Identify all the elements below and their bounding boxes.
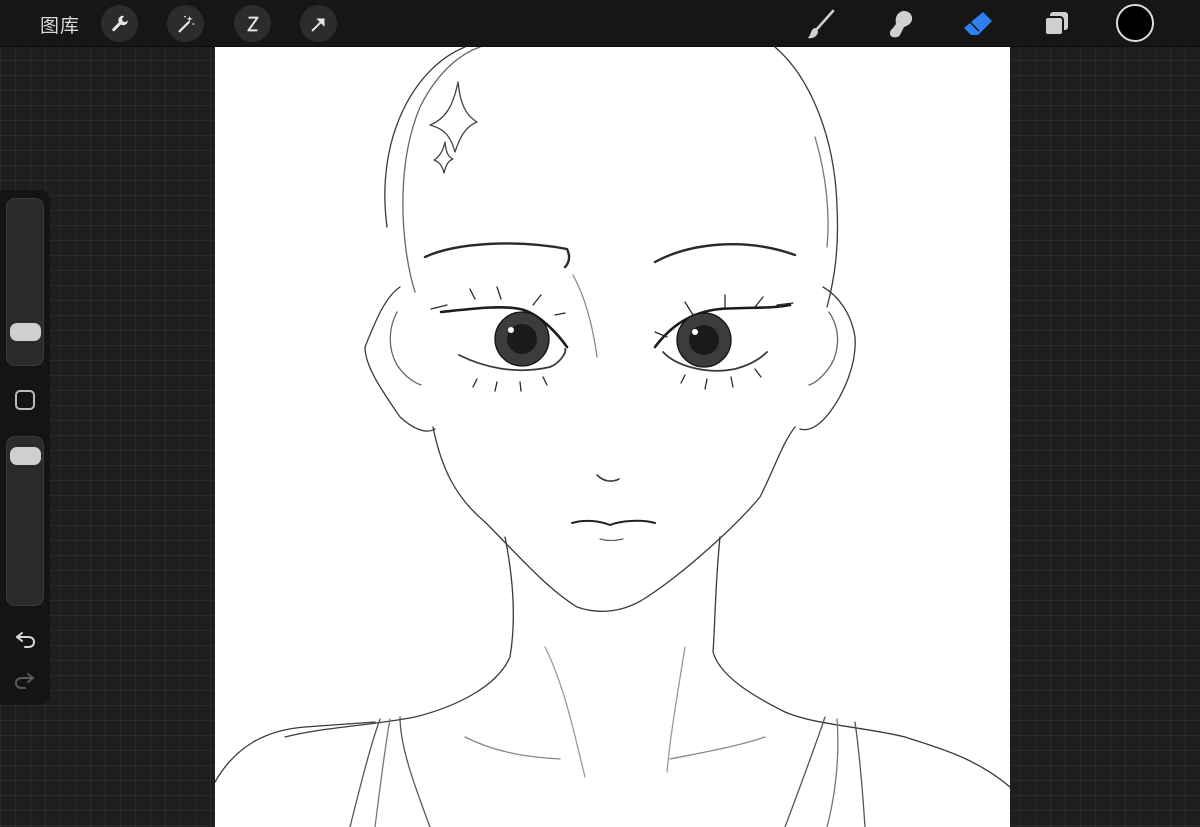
selection-button[interactable] [234,5,271,42]
brush-icon [807,9,835,39]
brush-size-slider[interactable] [6,198,44,366]
portrait-sketch [215,47,1010,827]
eraser-icon [964,12,992,35]
redo-arrow-icon [14,673,34,689]
smudge-icon [889,11,913,38]
modify-button[interactable] [15,390,35,410]
gallery-link[interactable]: 图库 [40,11,80,38]
drawing-canvas[interactable] [215,47,1010,827]
wrench-icon [111,15,128,31]
selection-icon [246,16,259,31]
left-sidebar [0,190,50,705]
layers-button[interactable] [1036,5,1076,43]
transform-button[interactable] [300,5,337,42]
adjustments-button[interactable] [167,5,204,42]
transform-arrow-icon [311,17,325,31]
eraser-tool[interactable] [958,5,998,43]
smudge-tool[interactable] [879,5,919,43]
actions-button[interactable] [101,5,138,42]
brush-tool[interactable] [801,5,841,43]
undo-button[interactable] [12,625,38,651]
brush-size-thumb[interactable] [10,322,41,341]
layers-icon [1044,12,1068,36]
opacity-thumb[interactable] [10,447,41,466]
undo-arrow-icon [16,632,36,648]
color-swatch[interactable] [1116,4,1154,42]
magic-wand-icon [177,15,194,32]
top-toolbar: 图库 [0,0,1200,47]
redo-button[interactable] [12,666,38,692]
opacity-slider[interactable] [6,436,44,606]
